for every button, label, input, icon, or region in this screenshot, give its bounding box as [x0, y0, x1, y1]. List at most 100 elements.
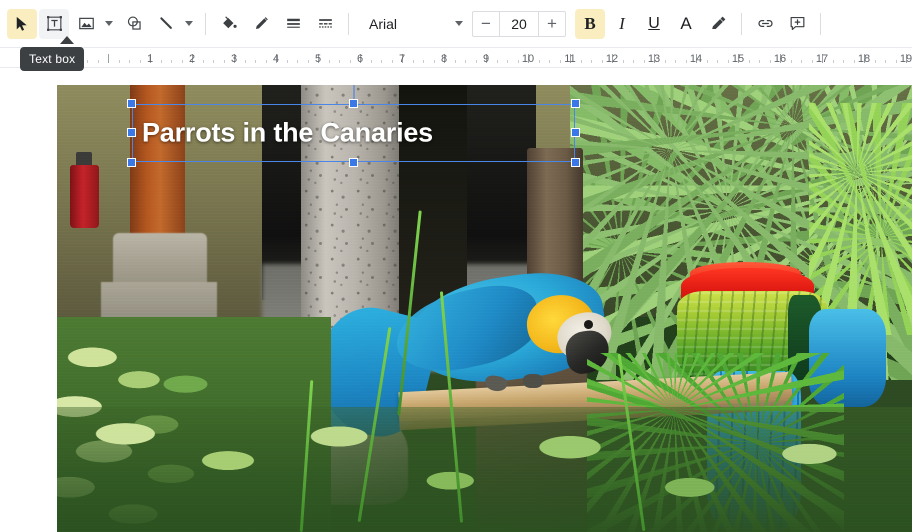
- font-family-value: Arial: [369, 15, 398, 32]
- ruler-tick: [874, 60, 876, 63]
- ruler-tick: [507, 60, 508, 63]
- ruler-tick: [895, 60, 897, 63]
- ruler-tick: [496, 60, 498, 63]
- bold-label: B: [584, 13, 596, 33]
- chevron-down-icon: [455, 21, 463, 26]
- resize-handle-bottom-left[interactable]: [127, 158, 136, 167]
- ruler-tick: [339, 60, 340, 63]
- ruler-number: 1: [146, 53, 154, 65]
- resize-handle-bottom-right[interactable]: [571, 158, 580, 167]
- font-size-decrease-button[interactable]: −: [473, 12, 499, 36]
- ruler-number: 10: [521, 53, 535, 65]
- ruler-tick: [97, 60, 99, 63]
- pencil-icon: [255, 17, 268, 30]
- ruler-tick: [160, 60, 162, 63]
- ruler-tick: [307, 60, 309, 63]
- ruler-number: 4: [272, 53, 280, 65]
- ruler-tick: [223, 60, 225, 63]
- ruler-tick: [748, 60, 750, 63]
- application-window: Arial − 20 + B I U A Text box 1 2 3 4 5 …: [0, 0, 912, 532]
- bold-button[interactable]: B: [575, 8, 605, 39]
- select-tool[interactable]: [7, 8, 37, 39]
- line-tool[interactable]: [151, 9, 181, 39]
- highlight-color-button[interactable]: [703, 9, 733, 39]
- font-size-stepper[interactable]: − 20 +: [472, 10, 566, 37]
- font-family-select[interactable]: Arial: [360, 10, 470, 38]
- paint-bucket-icon: [222, 16, 237, 29]
- ruler-tick: [885, 60, 886, 63]
- ruler-tick: [412, 60, 414, 63]
- toolbar: Arial − 20 + B I U A: [0, 0, 912, 48]
- ruler-tick: [423, 60, 424, 63]
- text-box-icon: [46, 16, 62, 31]
- text-color-label: A: [680, 13, 692, 33]
- ruler-number: 14: [689, 53, 703, 65]
- ruler-tick: [643, 60, 645, 63]
- ruler-tick: [328, 60, 330, 63]
- chevron-down-icon: [105, 21, 113, 26]
- tooltip: Text box: [20, 47, 85, 71]
- ruler-number: 13: [647, 53, 661, 65]
- ruler-tick: [633, 60, 634, 63]
- border-dash-tool[interactable]: [310, 9, 340, 39]
- chevron-down-icon: [185, 21, 193, 26]
- ruler-tick: [685, 60, 687, 63]
- ruler-tick: [139, 60, 141, 63]
- ruler-number: 19: [899, 53, 912, 65]
- ruler-number: 6: [356, 53, 364, 65]
- ruler-number: 8: [440, 53, 448, 65]
- border-dash-icon: [318, 19, 332, 28]
- resize-handle-top-left[interactable]: [127, 99, 136, 108]
- line-tool-dropdown[interactable]: [182, 9, 196, 39]
- slide-page[interactable]: Parrots in the Canaries: [57, 85, 912, 532]
- ruler-number: 18: [857, 53, 871, 65]
- toolbar-divider-1: [205, 12, 206, 35]
- text-color-button[interactable]: A: [671, 9, 701, 39]
- resize-handle-top-center[interactable]: [348, 99, 358, 108]
- resize-handle-bottom-center[interactable]: [348, 158, 358, 167]
- italic-button[interactable]: I: [607, 9, 637, 39]
- resize-handle-top-right[interactable]: [571, 99, 580, 108]
- ruler-tick: [591, 60, 592, 63]
- ruler-tick: [202, 60, 204, 63]
- insert-link-button[interactable]: [750, 9, 780, 39]
- resize-handle-middle-left[interactable]: [127, 128, 136, 137]
- image-tool[interactable]: [71, 9, 101, 39]
- ruler-tick: [171, 60, 172, 63]
- text-box-content[interactable]: Parrots in the Canaries: [142, 118, 433, 149]
- ruler-tick: [790, 60, 792, 63]
- ruler-tick: [255, 60, 256, 63]
- ruler-tick: [465, 60, 466, 63]
- ruler-tick: [381, 60, 382, 63]
- ruler-tick: [769, 60, 771, 63]
- ruler-tick: [664, 60, 666, 63]
- ruler-tick: [601, 60, 603, 63]
- font-size-value[interactable]: 20: [499, 11, 539, 36]
- image-tool-dropdown[interactable]: [102, 9, 116, 39]
- ruler-tick: [87, 60, 88, 63]
- selected-text-box[interactable]: Parrots in the Canaries: [127, 85, 580, 167]
- horizontal-ruler[interactable]: 1 2 3 4 5 6 7 8 9 10 11 12 13 14 15 16 17 18 19: [0, 48, 912, 68]
- ruler-tick: [181, 60, 183, 63]
- ruler-tick: [517, 60, 519, 63]
- ruler-tick: [391, 60, 393, 63]
- ruler-tick: [454, 60, 456, 63]
- ruler-tick: [559, 60, 561, 63]
- ruler-tick: [853, 60, 855, 63]
- ruler-tick: [213, 60, 214, 63]
- ruler-tick: [706, 60, 708, 63]
- underline-button[interactable]: U: [639, 9, 669, 39]
- add-comment-button[interactable]: [782, 9, 812, 39]
- fill-color-tool[interactable]: [214, 9, 244, 39]
- textbox-tool[interactable]: [39, 8, 69, 39]
- shape-tool[interactable]: [119, 9, 149, 39]
- ruler-tick: [622, 60, 624, 63]
- canvas-area[interactable]: Parrots in the Canaries: [0, 69, 912, 532]
- image-icon: [78, 17, 94, 30]
- ruler-tick: [801, 60, 802, 63]
- resize-handle-middle-right[interactable]: [571, 128, 580, 137]
- ruler-number: 3: [230, 53, 238, 65]
- border-color-tool[interactable]: [246, 9, 276, 39]
- border-weight-tool[interactable]: [278, 9, 308, 39]
- font-size-increase-button[interactable]: +: [539, 12, 565, 36]
